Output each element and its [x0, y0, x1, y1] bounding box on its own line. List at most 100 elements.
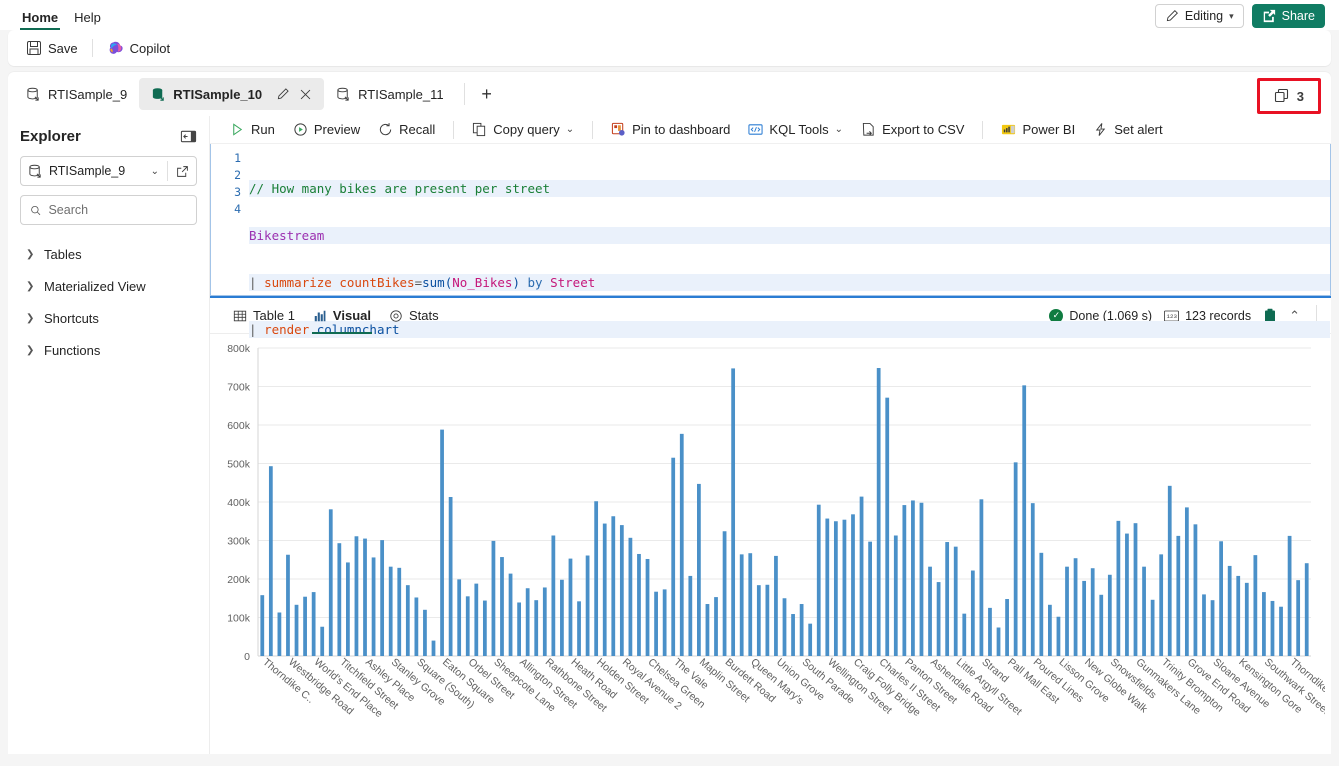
svg-text:700k: 700k [227, 382, 251, 394]
nav-tab-help[interactable]: Help [66, 10, 109, 30]
query-tab-label: RTISample_11 [358, 86, 444, 102]
run-label: Run [251, 122, 275, 137]
line-number: 1 [234, 151, 241, 165]
svg-text:600k: 600k [227, 420, 251, 432]
ribbon-right-actions: Editing ▾ Share [1154, 4, 1325, 30]
svg-text:0: 0 [244, 651, 250, 663]
line-number: 2 [234, 168, 241, 182]
tab-strip-wrapper: RTISample_9 RTISample_10 RTISample_11 + … [0, 66, 1339, 116]
query-tab-rtisample-10[interactable]: RTISample_10 [139, 78, 325, 110]
pencil-icon [1166, 10, 1178, 22]
close-icon[interactable] [299, 88, 312, 101]
explorer-sidebar: Explorer RTISample_9 ⌄ Search ❯ Tables ❯… [8, 116, 210, 754]
search-icon [31, 205, 41, 215]
open-external-icon [176, 165, 188, 177]
kql-icon [748, 124, 763, 135]
editing-mode-label: Editing [1184, 9, 1224, 23]
preview-button[interactable]: Preview [285, 118, 368, 141]
run-button[interactable]: Run [222, 118, 283, 141]
database-selector[interactable]: RTISample_9 ⌄ [20, 156, 197, 186]
command-separator [91, 39, 93, 57]
app-root: Home Help Editing ▾ Share Save Copilot R… [0, 0, 1339, 766]
power-bi-label: Power BI [1022, 122, 1076, 137]
query-tab-rtisample-11[interactable]: RTISample_11 [324, 78, 456, 110]
code-line-1: // How many bikes are present per street [249, 180, 1330, 197]
command-bar-wrapper: Save Copilot [0, 30, 1339, 66]
search-input[interactable] [48, 203, 187, 217]
explorer-node-label: Functions [44, 342, 101, 358]
explorer-node-tables[interactable]: ❯ Tables [20, 238, 197, 270]
set-alert-button[interactable]: Set alert [1085, 118, 1170, 141]
explorer-search[interactable] [20, 195, 197, 225]
tab-visual[interactable]: Visual [304, 297, 380, 334]
code-line-3: | summarize countBikes=sum(No_Bikes) by … [249, 274, 1330, 291]
tab-table-1[interactable]: Table 1 [224, 297, 304, 334]
explorer-node-shortcuts[interactable]: ❯ Shortcuts [20, 302, 197, 334]
chevron-right-icon: ❯ [26, 312, 35, 324]
query-toolbar: Run Preview Recall Copy query ⌄ Pin to d… [210, 116, 1331, 144]
query-tab-rtisample-9[interactable]: RTISample_9 [14, 78, 139, 110]
toolbar-separator [592, 120, 594, 139]
share-label: Share [1281, 9, 1315, 23]
nav-tab-home[interactable]: Home [14, 10, 66, 30]
chevron-right-icon: ❯ [26, 344, 35, 356]
svg-text:800k: 800k [227, 343, 251, 355]
query-tab-label: RTISample_10 [173, 86, 263, 102]
save-button[interactable]: Save [18, 36, 86, 60]
editor-code[interactable]: // How many bikes are present per street… [249, 146, 1330, 338]
explorer-title: Explorer [20, 128, 81, 145]
export-to-csv-label: Export to CSV [882, 122, 965, 137]
chevron-down-icon: ▾ [1229, 10, 1234, 21]
tab-count-badge[interactable]: 3 [1256, 78, 1321, 114]
stats-icon [390, 309, 402, 322]
rename-pencil-icon[interactable] [276, 87, 290, 101]
explorer-node-functions[interactable]: ❯ Functions [20, 334, 197, 366]
tab-strip: RTISample_9 RTISample_10 RTISample_11 + … [8, 72, 1331, 116]
main-body: Explorer RTISample_9 ⌄ Search ❯ Tables ❯… [0, 116, 1339, 762]
copy-tabs-icon [1274, 88, 1288, 103]
chevron-down-icon: ⌄ [150, 165, 159, 177]
editing-mode-button[interactable]: Editing ▾ [1154, 4, 1244, 28]
database-icon [27, 87, 39, 101]
svg-text:400k: 400k [227, 497, 251, 509]
recall-label: Recall [399, 122, 436, 137]
pin-icon [612, 122, 625, 136]
editor-line-numbers: 1 2 3 4 [211, 146, 249, 295]
query-content-pane: Run Preview Recall Copy query ⌄ Pin to d… [210, 116, 1331, 754]
svg-text:300k: 300k [227, 536, 251, 548]
tab-action-icons [276, 87, 312, 101]
database-icon [29, 164, 41, 178]
copilot-icon [109, 41, 123, 54]
code-line-2: Bikestream [249, 227, 1330, 244]
tab-stats-label: Stats [408, 308, 439, 323]
pin-to-dashboard-button[interactable]: Pin to dashboard [603, 118, 738, 141]
copilot-button[interactable]: Copilot [99, 36, 178, 61]
share-icon [1263, 9, 1275, 23]
code-table-name: Bikestream [249, 228, 325, 243]
explorer-node-label: Tables [44, 246, 82, 262]
command-bar: Save Copilot [8, 30, 1331, 66]
column-chart[interactable]: 800k 700k 600k 500k 400k 300k 200k 100k 0 Thorndi… [210, 334, 1331, 754]
preview-icon [294, 123, 307, 136]
open-in-new-button[interactable] [168, 165, 196, 178]
share-button[interactable]: Share [1251, 4, 1325, 28]
tab-stats[interactable]: Stats [380, 297, 448, 334]
collapse-panel-icon[interactable] [180, 128, 197, 145]
kql-tools-button[interactable]: KQL Tools ⌄ [740, 118, 851, 141]
svg-text:100k: 100k [227, 613, 251, 625]
copy-icon [473, 122, 486, 137]
recall-button[interactable]: Recall [370, 118, 443, 141]
chevron-down-icon: ⌄ [565, 124, 575, 135]
line-number: 4 [234, 202, 241, 216]
add-tab-button[interactable]: + [473, 80, 501, 108]
power-bi-button[interactable]: Power BI [993, 118, 1083, 141]
svg-text:200k: 200k [227, 574, 251, 586]
query-editor[interactable]: 1 2 3 4 // How many bikes are present pe… [210, 144, 1331, 338]
svg-text:500k: 500k [227, 459, 251, 471]
explorer-header: Explorer [20, 128, 197, 145]
copy-query-button[interactable]: Copy query ⌄ [464, 118, 582, 141]
explorer-node-materialized-view[interactable]: ❯ Materialized View [20, 270, 197, 302]
database-icon [153, 87, 164, 101]
export-to-csv-button[interactable]: Export to CSV [853, 118, 972, 141]
chevron-down-icon: ⌄ [834, 124, 844, 135]
